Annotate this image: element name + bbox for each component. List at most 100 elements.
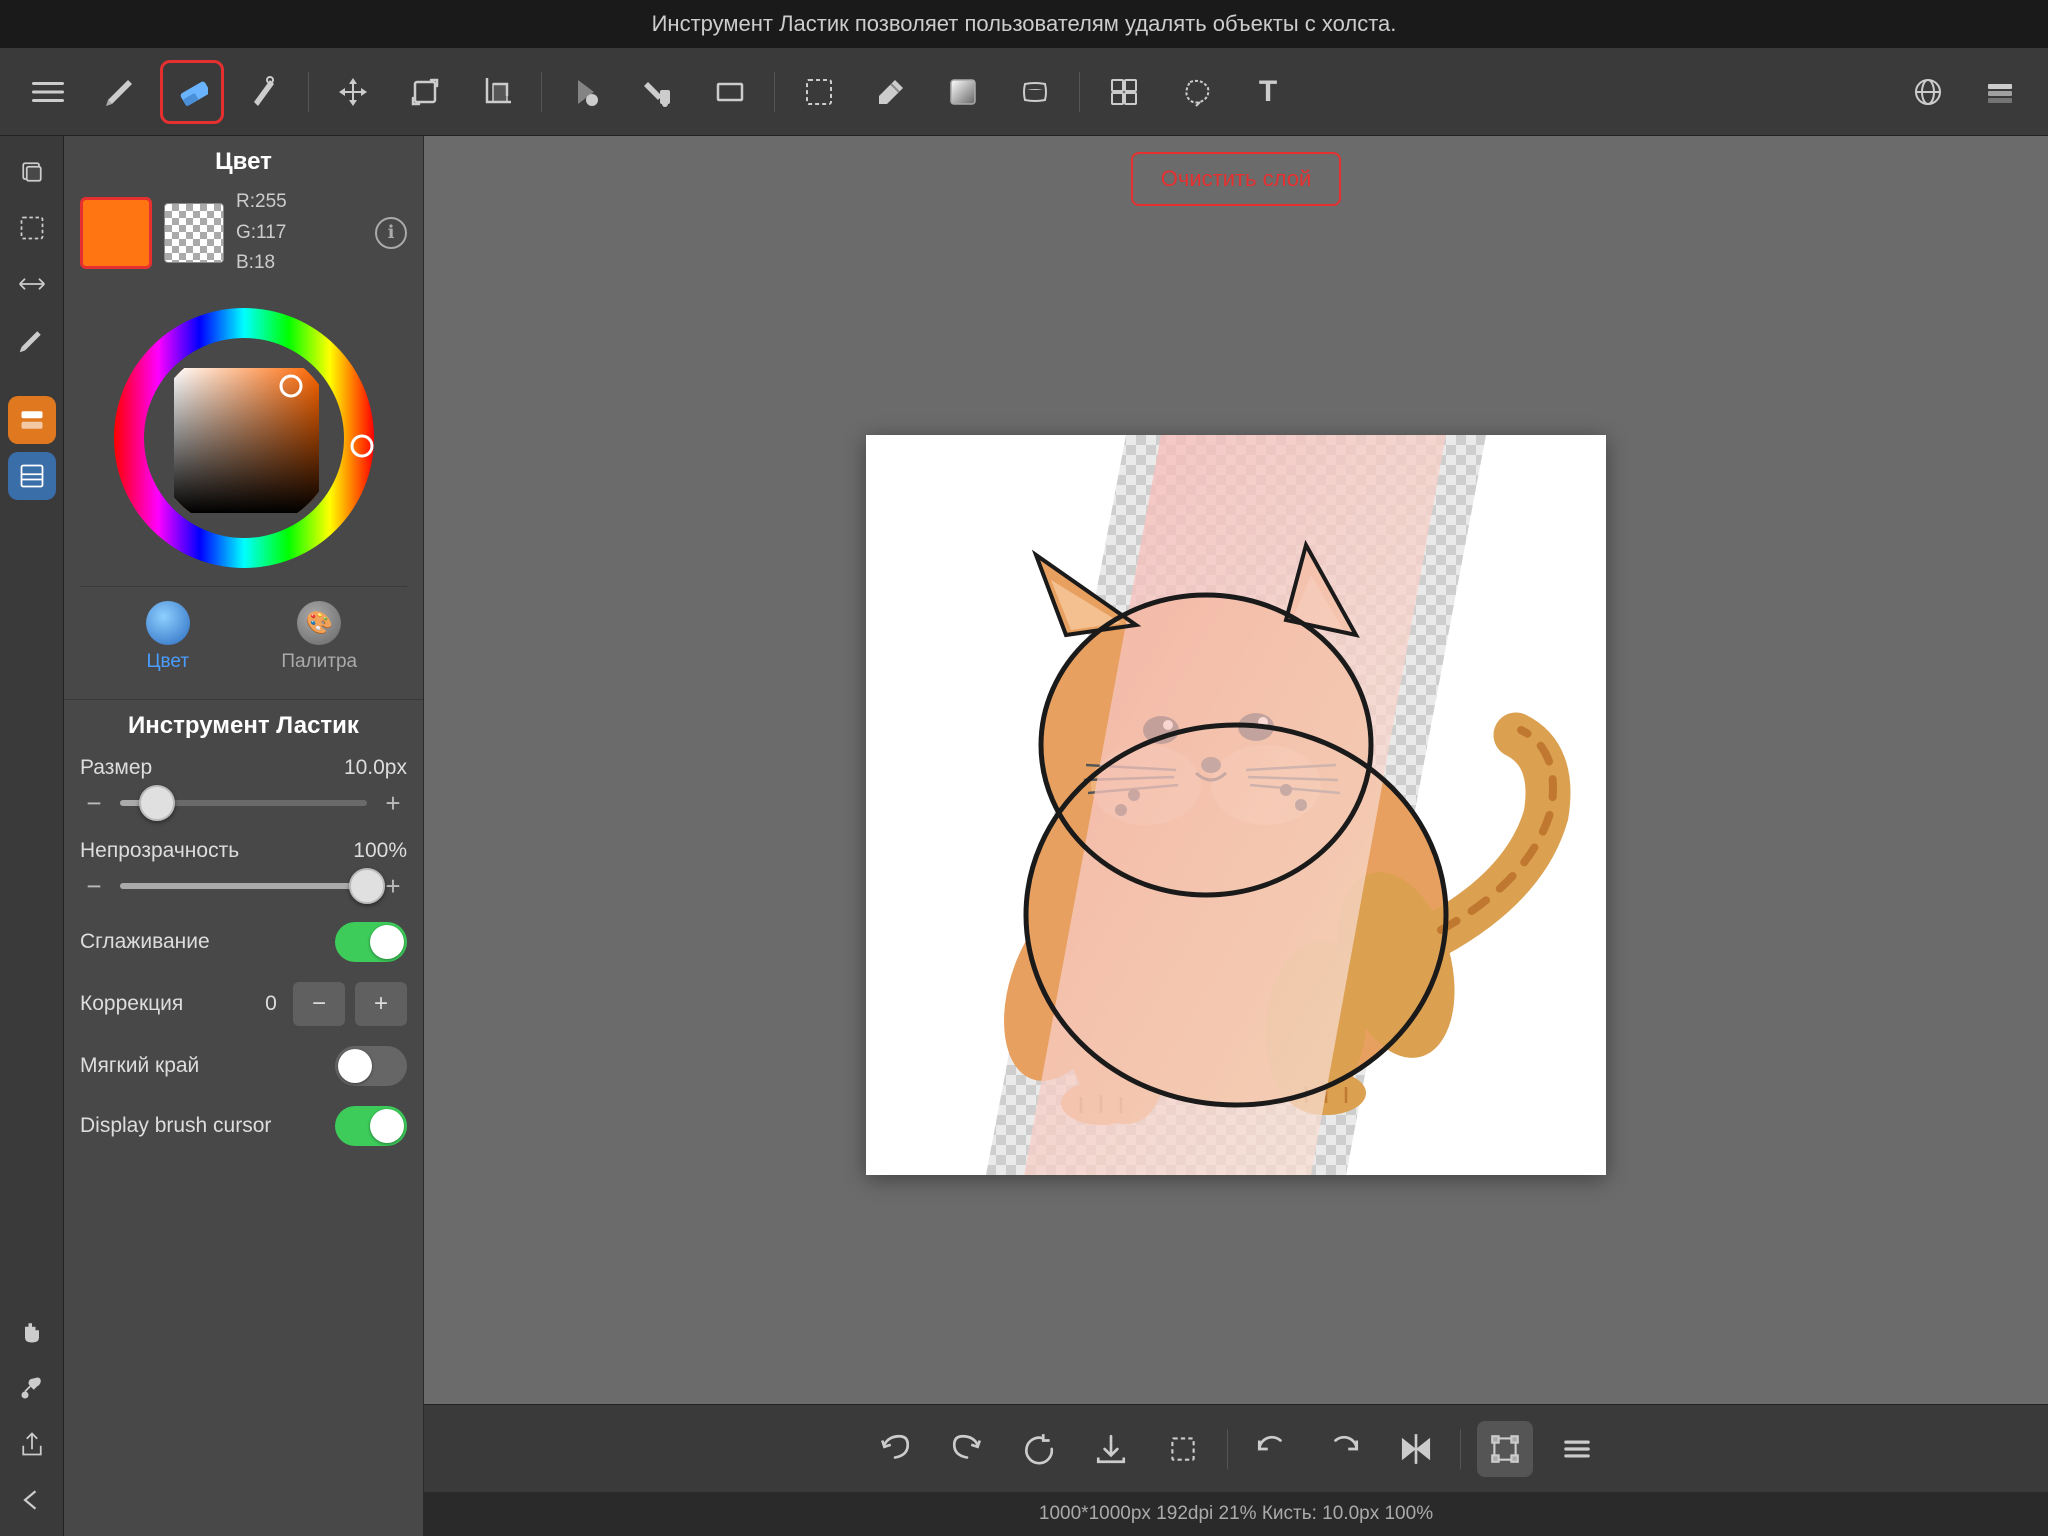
color-g-value: G:117 bbox=[236, 219, 287, 248]
color-wheel-container[interactable] bbox=[80, 290, 407, 586]
tab-color[interactable]: Цвет bbox=[96, 595, 240, 679]
color-section-title: Цвет bbox=[80, 148, 407, 176]
clear-layer-btn[interactable]: Очистить слой bbox=[1131, 152, 1342, 206]
toolbar-text-btn[interactable]: T bbox=[1236, 60, 1300, 124]
opacity-track[interactable] bbox=[120, 883, 367, 889]
side-hand-btn[interactable] bbox=[8, 1308, 56, 1356]
toolbar-color-pick-btn[interactable] bbox=[859, 60, 923, 124]
toolbar-selection-btn[interactable] bbox=[787, 60, 851, 124]
left-panel: Цвет R:255 G:117 B:18 ℹ bbox=[64, 136, 424, 1536]
toolbar-crop-btn[interactable] bbox=[465, 60, 529, 124]
toolbar-layers-btn[interactable] bbox=[1968, 60, 2032, 124]
tab-palette-icon: 🎨 bbox=[297, 601, 341, 645]
bottom-menu-btn[interactable] bbox=[1549, 1421, 1605, 1477]
status-bar: 1000*1000px 192dpi 21% Кисть: 10.0px 100… bbox=[424, 1492, 2048, 1536]
bottom-refresh-btn[interactable] bbox=[1011, 1421, 1067, 1477]
toolbar-rectangle-btn[interactable] bbox=[698, 60, 762, 124]
side-eyedrop-btn[interactable] bbox=[8, 1364, 56, 1412]
bottom-flip-btn[interactable] bbox=[1388, 1421, 1444, 1477]
side-transform-btn[interactable] bbox=[8, 260, 56, 308]
bottom-transform-btn[interactable] bbox=[1477, 1421, 1533, 1477]
toolbar-smudge-btn[interactable] bbox=[1003, 60, 1067, 124]
bottom-undo-btn[interactable] bbox=[867, 1421, 923, 1477]
soft-edge-label: Мягкий край bbox=[80, 1054, 199, 1078]
toolbar-layers-grid-btn[interactable] bbox=[1092, 60, 1156, 124]
side-share-btn[interactable] bbox=[8, 1420, 56, 1468]
soft-edge-row: Мягкий край bbox=[80, 1046, 407, 1086]
size-plus-btn[interactable]: + bbox=[379, 788, 407, 819]
status-text: 1000*1000px 192dpi 21% Кисть: 10.0px 100… bbox=[1039, 1503, 1433, 1525]
size-label: Размер bbox=[80, 756, 152, 780]
toolbar-fill-btn[interactable] bbox=[554, 60, 618, 124]
bottom-rotate-cw-btn[interactable] bbox=[1316, 1421, 1372, 1477]
canvas-area: Очистить слой bbox=[424, 136, 2048, 1536]
opacity-fill bbox=[120, 883, 367, 889]
correction-controls: 0 − + bbox=[259, 982, 407, 1026]
toolbar-divider-3 bbox=[774, 72, 775, 112]
size-value: 10.0px bbox=[344, 756, 407, 780]
toolbar-divider-1 bbox=[308, 72, 309, 112]
toolbar-pencil-btn[interactable] bbox=[88, 60, 152, 124]
bottom-divider-2 bbox=[1460, 1429, 1461, 1469]
app-body: Цвет R:255 G:117 B:18 ℹ bbox=[0, 136, 2048, 1536]
bottom-rotate-ccw-btn[interactable] bbox=[1244, 1421, 1300, 1477]
display-brush-knob bbox=[370, 1109, 404, 1143]
side-duplicate-btn[interactable] bbox=[8, 148, 56, 196]
opacity-label: Непрозрачность bbox=[80, 839, 239, 863]
bottom-crop-btn[interactable] bbox=[1155, 1421, 1211, 1477]
color-tabs: Цвет 🎨 Палитра bbox=[80, 586, 407, 687]
size-slider-row: Размер 10.0px − + bbox=[80, 756, 407, 819]
smoothing-toggle[interactable] bbox=[335, 922, 407, 962]
tab-color-label: Цвет bbox=[146, 651, 189, 673]
toolbar-divider-4 bbox=[1079, 72, 1080, 112]
soft-edge-toggle[interactable] bbox=[335, 1046, 407, 1086]
canvas-top: Очистить слой bbox=[424, 136, 2048, 222]
smoothing-knob bbox=[370, 925, 404, 959]
bottom-download-btn[interactable] bbox=[1083, 1421, 1139, 1477]
correction-plus-btn[interactable]: + bbox=[355, 982, 407, 1026]
drawing-canvas[interactable] bbox=[866, 435, 1606, 1175]
opacity-minus-btn[interactable]: − bbox=[80, 871, 108, 902]
opacity-thumb[interactable] bbox=[349, 868, 385, 904]
toolbar-eraser-btn[interactable] bbox=[160, 60, 224, 124]
size-thumb[interactable] bbox=[139, 785, 175, 821]
toolbar-menu-btn[interactable] bbox=[16, 60, 80, 124]
toolbar-lasso-btn[interactable] bbox=[1164, 60, 1228, 124]
toolbar-gradient-btn[interactable] bbox=[931, 60, 995, 124]
color-section: Цвет R:255 G:117 B:18 ℹ bbox=[64, 136, 423, 699]
side-layer-orange-btn[interactable] bbox=[8, 396, 56, 444]
correction-value: 0 bbox=[259, 992, 283, 1016]
smoothing-row: Сглаживание bbox=[80, 922, 407, 962]
toolbar-divider-2 bbox=[541, 72, 542, 112]
primary-color-swatch[interactable] bbox=[80, 197, 152, 269]
side-brush-btn[interactable] bbox=[8, 316, 56, 364]
tab-palette[interactable]: 🎨 Палитра bbox=[248, 595, 392, 679]
size-minus-btn[interactable]: − bbox=[80, 788, 108, 819]
bottom-redo-btn[interactable] bbox=[939, 1421, 995, 1477]
toolbar-expand-btn[interactable] bbox=[393, 60, 457, 124]
side-selection-btn[interactable] bbox=[8, 204, 56, 252]
tool-section: Инструмент Ластик Размер 10.0px − + bbox=[64, 699, 423, 1178]
canvas-wrapper bbox=[424, 222, 2048, 1404]
toolbar-move-btn[interactable] bbox=[321, 60, 385, 124]
tool-title: Инструмент Ластик bbox=[80, 712, 407, 740]
size-controls: − + bbox=[80, 788, 407, 819]
opacity-label-row: Непрозрачность 100% bbox=[80, 839, 407, 863]
side-layer-blue-btn[interactable] bbox=[8, 452, 56, 500]
toolbar-paint-bucket-btn[interactable] bbox=[626, 60, 690, 124]
display-brush-row: Display brush cursor bbox=[80, 1106, 407, 1146]
main-toolbar: T bbox=[0, 48, 2048, 136]
color-wheel-svg[interactable] bbox=[104, 298, 384, 578]
bottom-divider-1 bbox=[1227, 1429, 1228, 1469]
notification-bar: Инструмент Ластик позволяет пользователя… bbox=[0, 0, 2048, 48]
secondary-color-swatch[interactable] bbox=[164, 203, 224, 263]
display-brush-toggle[interactable] bbox=[335, 1106, 407, 1146]
color-swatches: R:255 G:117 B:18 ℹ bbox=[80, 188, 407, 278]
size-track[interactable] bbox=[120, 800, 367, 806]
color-info-btn[interactable]: ℹ bbox=[375, 217, 407, 249]
toolbar-globe-btn[interactable] bbox=[1896, 60, 1960, 124]
display-brush-label: Display brush cursor bbox=[80, 1114, 271, 1138]
correction-minus-btn[interactable]: − bbox=[293, 982, 345, 1026]
toolbar-select-pen-btn[interactable] bbox=[232, 60, 296, 124]
side-back-btn[interactable] bbox=[8, 1476, 56, 1524]
